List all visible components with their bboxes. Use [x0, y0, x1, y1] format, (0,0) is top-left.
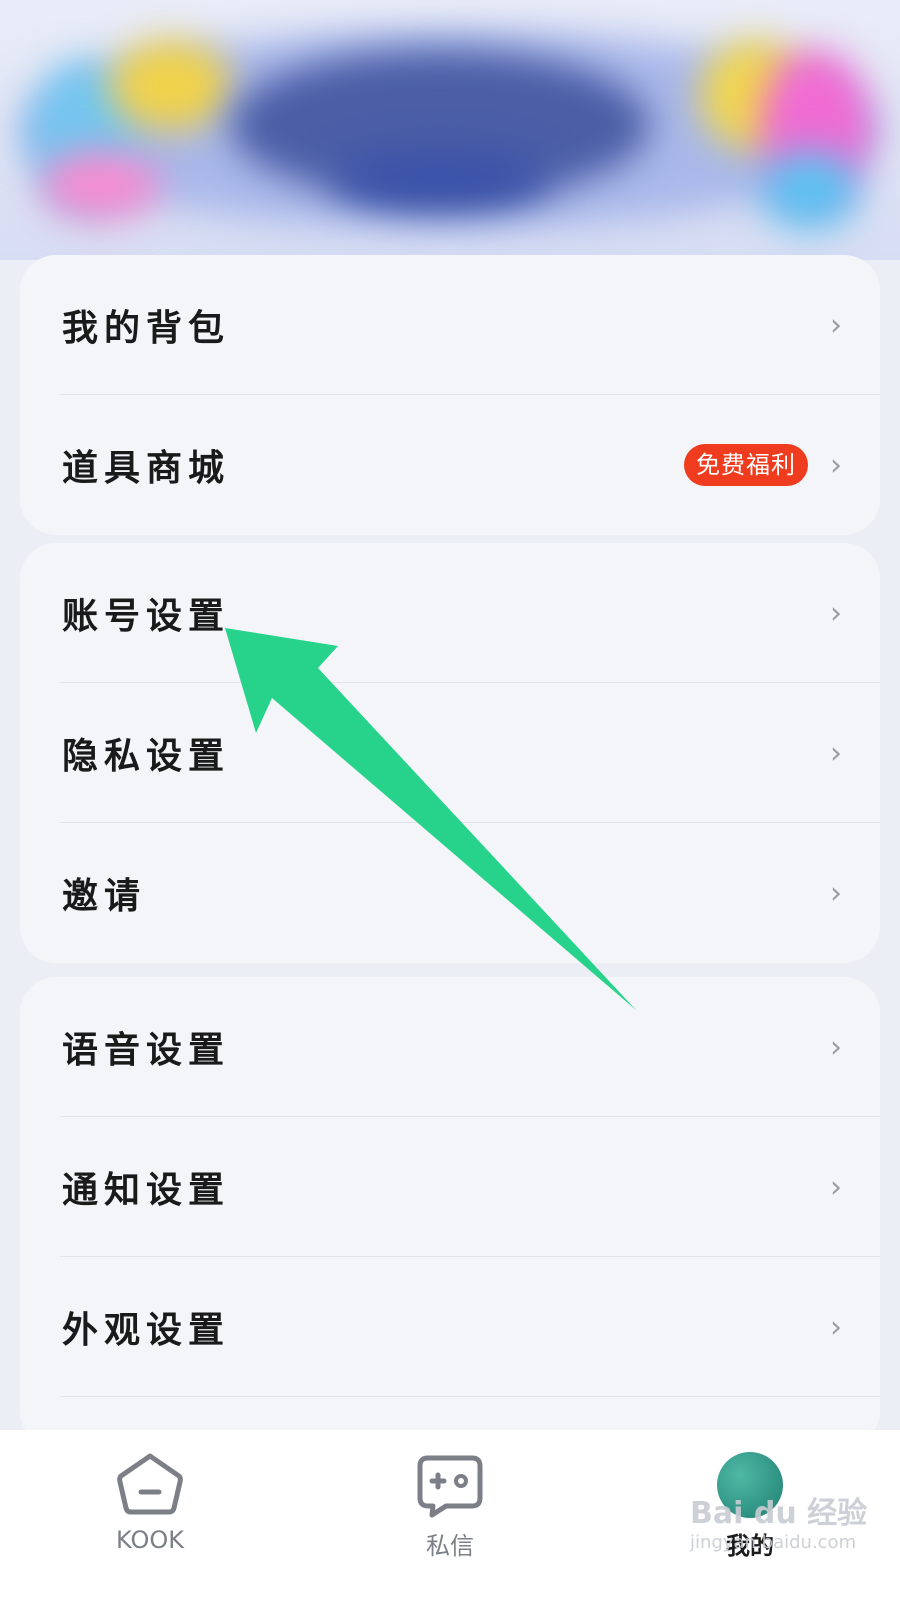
- home-icon: [117, 1453, 183, 1515]
- tab-label: KOOK: [116, 1526, 184, 1554]
- tab-label: 私信: [426, 1532, 474, 1560]
- gamepad-chat-icon: [417, 1455, 483, 1518]
- annotation-arrow: [225, 628, 636, 1010]
- tab-kook[interactable]: KOOK: [50, 1430, 250, 1600]
- tab-messages[interactable]: 私信: [350, 1430, 550, 1600]
- arrow-shape: [225, 628, 636, 1010]
- baidu-watermark: Bai du 经验 jingyan.baidu.com: [690, 1488, 890, 1578]
- watermark-line: Bai du 经验: [690, 1496, 868, 1531]
- watermark-url: jingyan.baidu.com: [690, 1532, 857, 1553]
